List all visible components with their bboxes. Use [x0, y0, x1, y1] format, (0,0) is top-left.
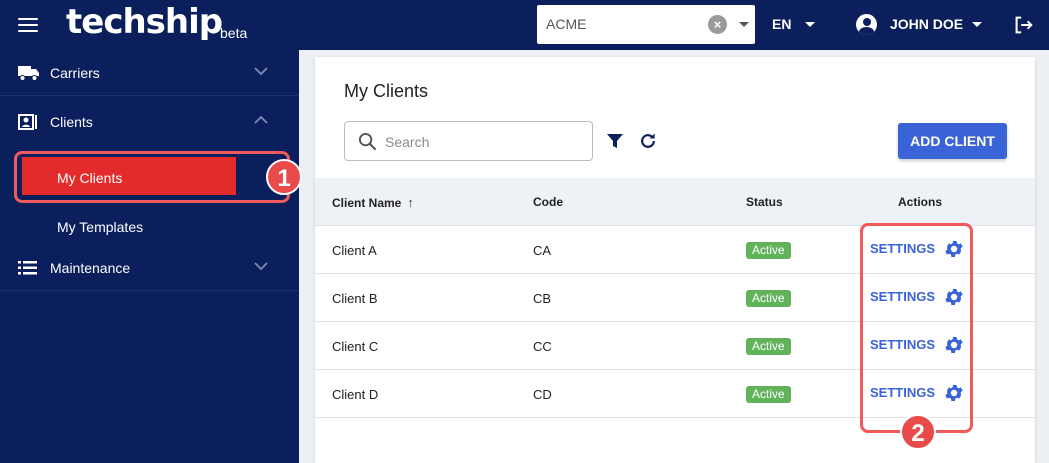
status-badge: Active — [746, 290, 791, 307]
truck-icon — [18, 66, 39, 81]
client-code-cell: CC — [533, 339, 552, 354]
page-title: My Clients — [344, 81, 429, 101]
column-header-actions: Actions — [898, 195, 943, 209]
client-code-cell: CD — [533, 387, 552, 402]
client-name-cell: Client A — [332, 243, 377, 258]
search-input[interactable] — [385, 131, 585, 153]
search-box[interactable] — [344, 121, 593, 161]
list-icon — [18, 261, 37, 275]
chevron-down-icon — [254, 67, 268, 76]
sidebar-item-carriers[interactable]: Carriers — [0, 50, 299, 96]
add-client-button[interactable]: ADD CLIENT — [898, 123, 1007, 159]
menu-icon[interactable] — [18, 14, 40, 34]
caret-down-icon[interactable] — [739, 22, 749, 27]
app-logo: techship — [66, 2, 223, 42]
status-badge: Active — [746, 386, 791, 403]
column-header-label: Client Name — [332, 196, 402, 210]
client-code-cell: CB — [533, 291, 552, 306]
chevron-down-icon — [254, 262, 268, 271]
organization-select[interactable]: ACME × — [537, 5, 755, 44]
sidebar-item-clients[interactable]: Clients — [0, 99, 299, 145]
app-header: techship beta ACME × EN JOHN DOE — [0, 0, 1049, 50]
client-code-cell: CA — [533, 243, 552, 258]
callout-highlight-2 — [860, 223, 973, 433]
beta-label: beta — [220, 25, 248, 41]
sidebar-item-label: Carriers — [50, 65, 100, 81]
client-name-cell: Client C — [332, 339, 379, 354]
sidebar-subitem-label: My Templates — [57, 219, 144, 235]
column-header-status[interactable]: Status — [746, 195, 783, 209]
clients-panel: My Clients ADD CLIENT Client Name ↑ Code … — [315, 57, 1035, 463]
sidebar-item-label: Maintenance — [50, 260, 131, 276]
logout-icon[interactable] — [1012, 14, 1034, 36]
sidebar-item-maintenance[interactable]: Maintenance — [0, 245, 299, 291]
table-header: Client Name ↑ Code Status Actions — [315, 178, 1035, 226]
status-badge: Active — [746, 242, 791, 259]
search-icon — [358, 132, 377, 151]
client-name-cell: Client D — [332, 387, 379, 402]
sidebar-subitem-my-templates[interactable]: My Templates — [0, 207, 299, 243]
callout-badge-2: 2 — [900, 414, 936, 450]
user-menu[interactable]: JOHN DOE — [890, 16, 963, 32]
organization-value: ACME — [546, 16, 587, 32]
callout-badge-1: 1 — [266, 159, 302, 195]
status-badge: Active — [746, 338, 791, 355]
sort-ascending-icon[interactable]: ↑ — [407, 195, 414, 210]
column-header-client-name[interactable]: Client Name ↑ — [332, 195, 414, 210]
client-name-cell: Client B — [332, 291, 378, 306]
contact-card-icon — [18, 114, 37, 130]
user-avatar-icon[interactable] — [856, 14, 877, 35]
sidebar-item-label: Clients — [50, 114, 93, 130]
callout-highlight-1 — [14, 151, 290, 203]
chevron-up-icon — [254, 115, 268, 124]
filter-icon[interactable] — [606, 132, 624, 150]
sidebar: Carriers Clients My Clients 1 My Templat… — [0, 50, 302, 463]
language-caret-icon[interactable] — [805, 22, 815, 27]
user-caret-icon[interactable] — [972, 22, 982, 27]
clear-icon[interactable]: × — [708, 15, 727, 34]
column-header-code[interactable]: Code — [533, 195, 563, 209]
language-select[interactable]: EN — [772, 16, 791, 32]
refresh-icon[interactable] — [638, 131, 658, 151]
